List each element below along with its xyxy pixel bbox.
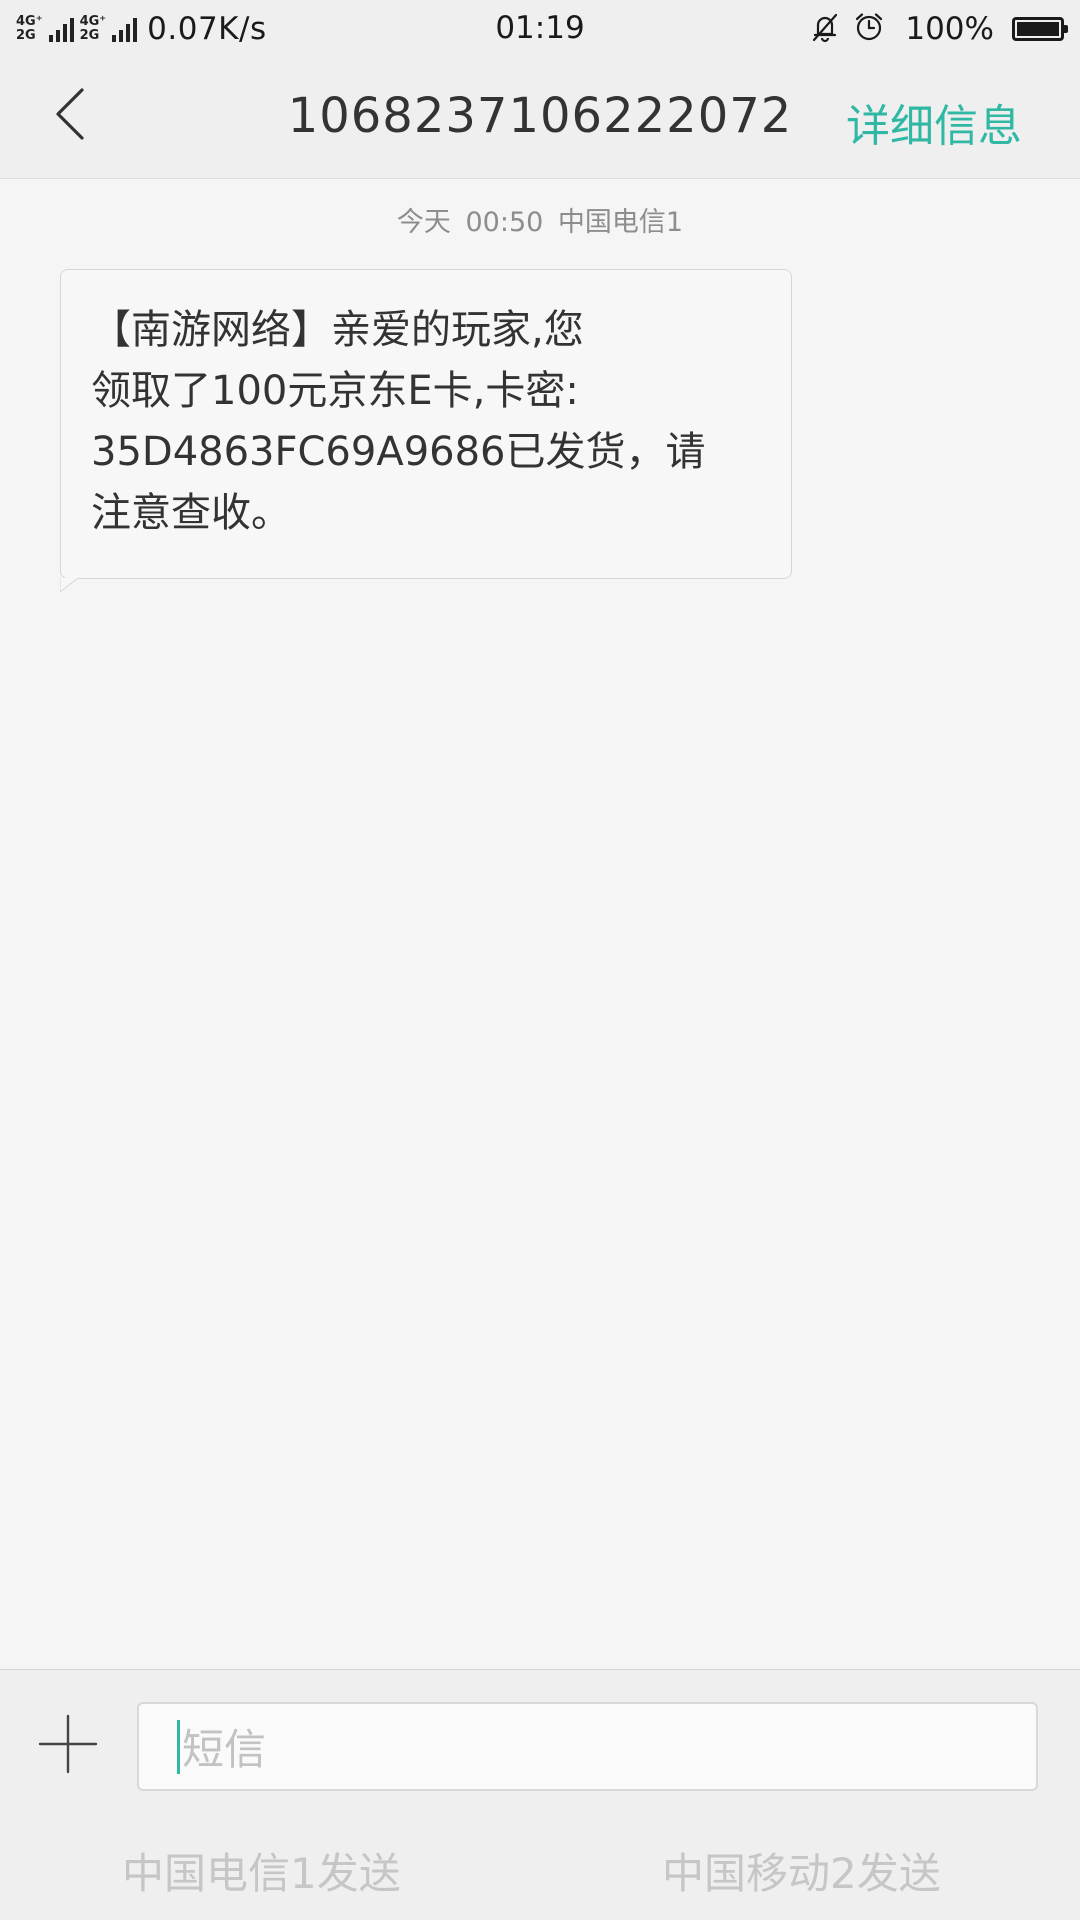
message-text: 【南游网络】亲爱的玩家,您 领取了100元京东E卡,卡密: 35D4863FC6… bbox=[91, 307, 706, 536]
back-button[interactable] bbox=[40, 84, 100, 144]
battery-percentage: 100% bbox=[905, 11, 994, 47]
plus-icon bbox=[38, 1714, 98, 1774]
sms-input[interactable]: 短信 bbox=[137, 1702, 1038, 1791]
add-attachment-button[interactable] bbox=[38, 1714, 98, 1774]
contact-number-title: 1068237106222072 bbox=[287, 88, 793, 144]
chevron-left-icon bbox=[56, 88, 84, 140]
sms-conversation-screen: 4G⁺ 2G 4G⁺ 2G 0.07K/s 01:19 100% 1068237… bbox=[0, 0, 1080, 1920]
status-bar: 4G⁺ 2G 4G⁺ 2G 0.07K/s 01:19 100% bbox=[0, 0, 1080, 56]
message-timestamp: 今天 00:50 中国电信1 bbox=[396, 207, 684, 238]
bubble-tail bbox=[60, 578, 79, 592]
details-button[interactable]: 详细信息 bbox=[846, 90, 1022, 154]
send-via-sim2-button[interactable]: 中国移动2发送 bbox=[662, 1840, 941, 1901]
alarm-clock-icon bbox=[853, 11, 885, 47]
sms-input-placeholder: 短信 bbox=[182, 1725, 267, 1774]
silent-bell-icon bbox=[809, 11, 841, 47]
compose-bar: 短信 中国电信1发送 中国移动2发送 bbox=[0, 1669, 1080, 1920]
status-right: 100% bbox=[809, 8, 1068, 50]
text-cursor bbox=[177, 1719, 180, 1774]
conversation-header: 1068237106222072 详细信息 bbox=[0, 56, 1080, 179]
battery-icon bbox=[1012, 17, 1068, 41]
send-via-sim1-button[interactable]: 中国电信1发送 bbox=[122, 1840, 401, 1901]
incoming-message-bubble[interactable]: 【南游网络】亲爱的玩家,您 领取了100元京东E卡,卡密: 35D4863FC6… bbox=[60, 269, 792, 592]
